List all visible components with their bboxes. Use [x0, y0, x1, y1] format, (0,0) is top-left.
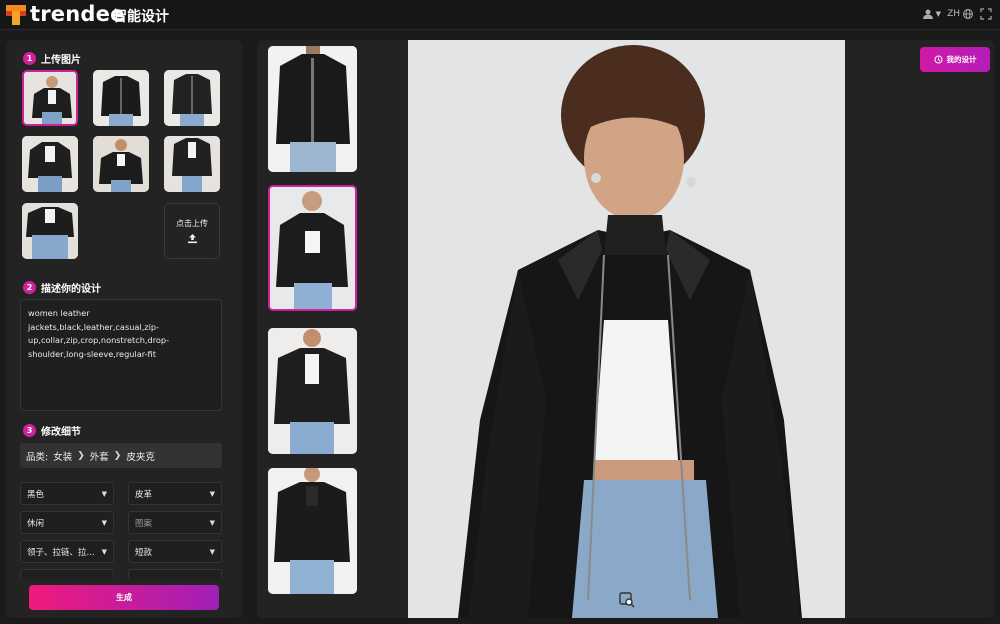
- upload-button[interactable]: 点击上传: [164, 203, 220, 259]
- model-leather-jacket-photo: [408, 40, 845, 618]
- user-icon: [922, 9, 933, 19]
- style-select[interactable]: 休闲 ▼: [20, 511, 114, 534]
- section-label: 描述你的设计: [41, 284, 101, 295]
- chevron-right-icon: ❯: [77, 450, 85, 461]
- reference-image-2[interactable]: [93, 70, 149, 126]
- app-title: 智能设计: [113, 9, 169, 25]
- extra-select[interactable]: [128, 569, 222, 579]
- pattern-select[interactable]: 图案 ▼: [128, 511, 222, 534]
- description-line: up,collar,zip,crop,nonstretch,drop-: [28, 335, 170, 345]
- jacket-model-image: [24, 72, 76, 124]
- select-value: 休闲: [27, 518, 45, 529]
- material-select[interactable]: 皮革 ▼: [128, 482, 222, 505]
- section-describe-title: 2 描述你的设计: [23, 280, 101, 295]
- jacket-model-image: [22, 136, 78, 192]
- category-item[interactable]: 皮夹克: [126, 449, 155, 463]
- fullscreen-icon[interactable]: [980, 8, 992, 20]
- history-icon: [934, 55, 942, 64]
- select-value: 皮革: [135, 489, 153, 500]
- result-thumbnail-1[interactable]: [268, 46, 357, 172]
- jacket-result-image: [268, 46, 357, 172]
- chevron-right-icon: ❯: [113, 450, 122, 461]
- language-label: ZH: [947, 9, 960, 19]
- reference-image-6[interactable]: [164, 136, 220, 192]
- chevron-down-icon: ▼: [209, 518, 215, 527]
- jacket-product-image: [164, 70, 220, 126]
- extra-select[interactable]: [20, 569, 114, 579]
- my-design-button[interactable]: 我的设计: [920, 47, 990, 72]
- step-number: 2: [23, 281, 36, 294]
- right-panel: 我的设计: [257, 40, 994, 618]
- upload-label: 点击上传: [176, 219, 208, 228]
- chevron-down-icon: ▼: [935, 10, 942, 18]
- left-panel: 1 上传图片 点击上传 2 描述你的设计 women leather jacke…: [6, 40, 242, 618]
- result-thumbnail-2[interactable]: [268, 185, 357, 311]
- section-modify-title: 3 修改细节: [23, 423, 81, 438]
- color-select[interactable]: 黑色 ▼: [20, 482, 114, 505]
- description-line: jackets,black,leather,casual,zip-: [28, 321, 160, 332]
- trendee-logo-icon: [6, 5, 26, 25]
- upload-icon: [187, 234, 197, 244]
- reference-image-4[interactable]: [22, 136, 78, 192]
- brand-name[interactable]: trendee: [30, 2, 125, 26]
- section-upload-title: 1 上传图片: [23, 51, 81, 66]
- chevron-down-icon: ▼: [209, 489, 215, 498]
- jacket-model-image: [93, 136, 149, 192]
- image-search-icon: [619, 592, 635, 608]
- reference-image-3[interactable]: [164, 70, 220, 126]
- chevron-down-icon: ▼: [101, 518, 107, 527]
- chevron-down-icon: ▼: [209, 547, 215, 556]
- jacket-result-image: [268, 328, 357, 454]
- my-design-label: 我的设计: [946, 55, 977, 64]
- generate-button[interactable]: 生成: [29, 585, 219, 610]
- jacket-result-image: [268, 468, 357, 594]
- length-select[interactable]: 短款 ▼: [128, 540, 222, 563]
- reference-image-5[interactable]: [93, 136, 149, 192]
- language-switch[interactable]: ZH: [947, 8, 974, 20]
- result-thumbnail-3[interactable]: [268, 328, 357, 454]
- details-select[interactable]: 领子、拉链、拉... ▼: [20, 540, 114, 563]
- step-number: 1: [23, 52, 36, 65]
- jacket-product-image: [93, 70, 149, 126]
- reference-image-7[interactable]: [22, 203, 78, 259]
- jacket-model-image: [22, 203, 78, 259]
- chevron-down-icon: ▼: [101, 547, 107, 556]
- select-value: 图案: [135, 518, 153, 529]
- category-item[interactable]: 外套: [90, 449, 109, 463]
- top-bar: trendee 智能设计 ▼ ZH: [0, 0, 1000, 30]
- description-line: women leather: [28, 308, 90, 318]
- design-description-textarea[interactable]: women leather jackets,black,leather,casu…: [20, 299, 222, 411]
- globe-icon: [963, 9, 973, 19]
- user-menu[interactable]: ▼: [922, 8, 941, 20]
- description-line: shoulder,long-sleeve,regular-fit: [28, 348, 156, 359]
- chevron-down-icon: ▼: [101, 489, 107, 498]
- step-number: 3: [23, 424, 36, 437]
- select-value: 短款: [135, 547, 153, 558]
- category-breadcrumb: 品类: 女装 ❯ 外套 ❯ 皮夹克: [20, 443, 222, 468]
- select-value: 领子、拉链、拉...: [27, 547, 95, 558]
- image-search-button[interactable]: [617, 590, 637, 610]
- select-value: 黑色: [27, 489, 45, 500]
- category-label: 品类:: [26, 451, 49, 463]
- top-right-controls: ▼ ZH: [922, 8, 992, 20]
- result-thumbnail-4[interactable]: [268, 468, 357, 594]
- main-preview-image: [408, 40, 845, 618]
- jacket-model-image: [164, 136, 220, 192]
- category-item[interactable]: 女装: [53, 449, 72, 463]
- section-label: 上传图片: [41, 55, 81, 66]
- jacket-result-image: [270, 187, 355, 309]
- reference-image-1[interactable]: [22, 70, 78, 126]
- section-label: 修改细节: [41, 427, 81, 438]
